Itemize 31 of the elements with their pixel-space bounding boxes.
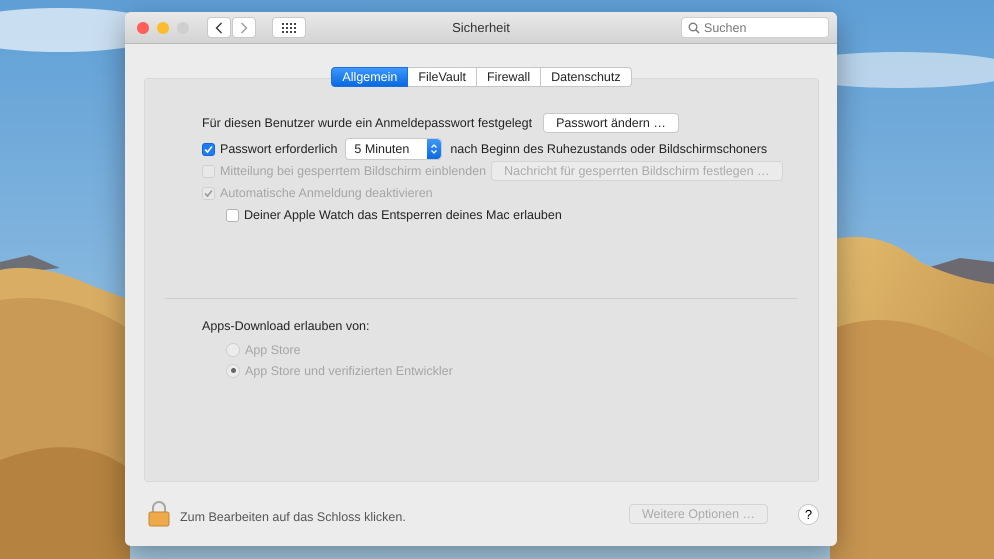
padlock-icon[interactable]: [148, 501, 170, 527]
show-all-button[interactable]: [272, 17, 306, 38]
checkbox-label: Automatische Anmeldung deaktivieren: [220, 186, 433, 200]
radio-label: App Store und verifizierten Entwickler: [245, 364, 453, 378]
checkbox[interactable]: [226, 208, 239, 222]
checkbox[interactable]: [202, 142, 215, 156]
stepper-icon: [430, 143, 438, 155]
tab[interactable]: Firewall: [477, 67, 542, 87]
delay-select[interactable]: 5 Minuten: [345, 138, 442, 160]
checkbox-label: Deiner Apple Watch das Entsperren deines Mac erlauben: [244, 208, 562, 222]
chevron-left-icon: [215, 22, 223, 34]
close-button[interactable]: [137, 22, 149, 34]
downloads-label: Apps-Download erlauben von:: [202, 319, 370, 333]
change-password-button[interactable]: Passwort ändern …: [543, 113, 679, 133]
minimize-button[interactable]: [157, 22, 169, 34]
checkbox-label: Mitteilung bei gesperrtem Bildschirm einblenden: [220, 164, 486, 178]
window-title: Sicherheit: [452, 20, 510, 35]
search-field[interactable]: Suchen: [681, 17, 829, 38]
back-button[interactable]: [207, 17, 231, 38]
password-status-text: Für diesen Benutzer wurde ein Anmeldepasswort festgelegt: [202, 116, 532, 130]
checkbox-label: Passwort erforderlich: [220, 142, 338, 156]
tab[interactable]: Allgemein: [331, 67, 408, 87]
tab[interactable]: FileVault: [408, 67, 478, 87]
delay-suffix-text: nach Beginn des Ruhezustands oder Bildschirmschoners: [450, 142, 768, 156]
grid-icon: [282, 22, 296, 32]
tab[interactable]: Datenschutz: [541, 67, 632, 87]
search-icon: [688, 22, 700, 34]
lock-hint-text: Zum Bearbeiten auf das Schloss klicken.: [180, 510, 406, 524]
radio-label: App Store: [245, 342, 301, 356]
help-button[interactable]: ?: [798, 504, 819, 524]
chevron-right-icon: [240, 22, 248, 34]
